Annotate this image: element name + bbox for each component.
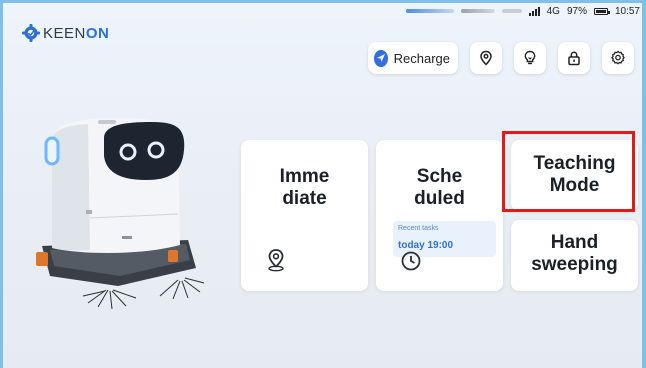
teaching-mode-highlight bbox=[502, 131, 635, 212]
recharge-label: Recharge bbox=[393, 50, 450, 66]
logo-text: KEENON bbox=[43, 24, 110, 42]
scheduled-mode-title: Sche duled bbox=[414, 166, 465, 209]
hand-sweeping-title: Hand sweeping bbox=[531, 232, 618, 275]
lock-button[interactable] bbox=[558, 42, 590, 74]
progress-indicator-secondary bbox=[501, 9, 522, 13]
settings-icon bbox=[611, 50, 625, 65]
progress-indicator bbox=[460, 9, 495, 13]
battery-percent: 97% bbox=[566, 5, 587, 17]
light-button[interactable] bbox=[514, 42, 546, 74]
brand-logo: KEENON bbox=[22, 24, 109, 42]
lock-icon bbox=[568, 51, 580, 66]
clock-icon bbox=[401, 251, 421, 271]
signal-icon bbox=[528, 6, 540, 16]
keenon-logo-icon bbox=[22, 24, 40, 42]
immediate-mode-title: Imme diate bbox=[279, 166, 330, 209]
status-bar: 4G 97% 10:57 bbox=[405, 4, 640, 18]
battery-icon bbox=[593, 7, 610, 15]
top-toolbar: Recharge bbox=[368, 42, 634, 74]
clock-time: 10:57 bbox=[614, 5, 640, 17]
recent-tasks-label: Recent tasks bbox=[398, 225, 439, 232]
recharge-button[interactable]: Recharge bbox=[368, 42, 458, 74]
loading-indicator bbox=[405, 9, 454, 13]
location-pin-icon bbox=[268, 249, 284, 272]
robot-illustration bbox=[36, 118, 205, 310]
hand-sweeping-card[interactable]: Hand sweeping bbox=[511, 220, 638, 291]
settings-button[interactable] bbox=[602, 42, 634, 74]
immediate-mode-card[interactable]: Imme diate bbox=[241, 140, 368, 291]
network-type: 4G bbox=[546, 5, 560, 17]
location-pin-icon bbox=[480, 50, 492, 66]
location-button[interactable] bbox=[470, 42, 502, 74]
navigation-arrow-icon bbox=[374, 49, 388, 67]
lightbulb-icon bbox=[524, 50, 536, 65]
scheduled-mode-card[interactable]: Sche duled bbox=[376, 140, 503, 291]
